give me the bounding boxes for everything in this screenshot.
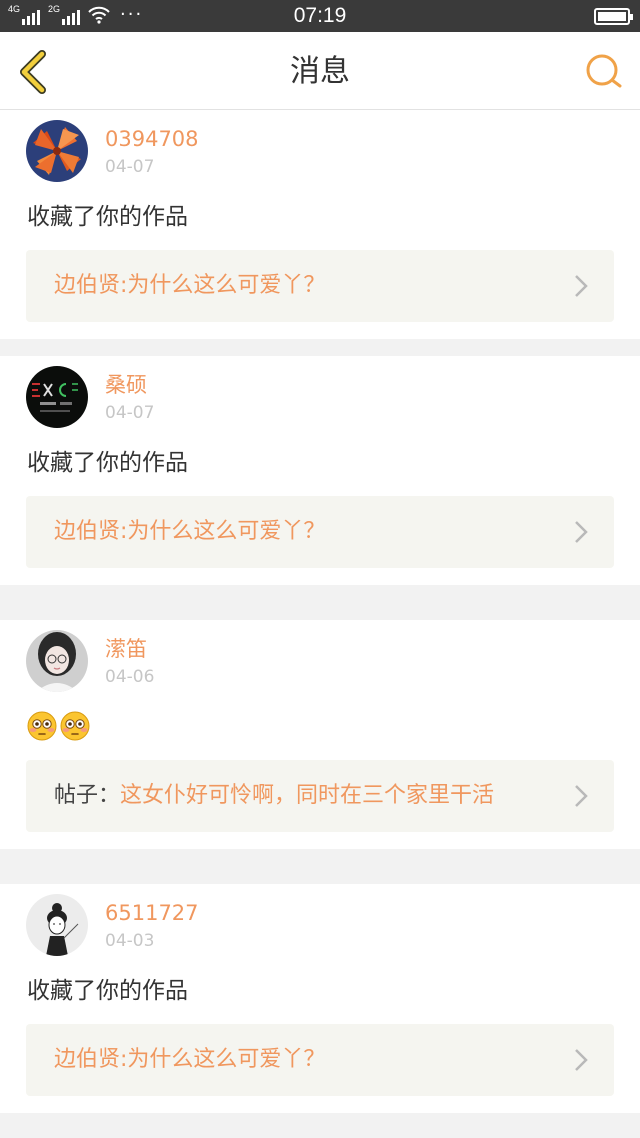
reference-text: 边伯贤:为什么这么可爱丫？ [54,271,325,301]
reference-text: 边伯贤:为什么这么可爱丫？ [54,517,325,547]
reference-title: 边伯贤:为什么这么可爱丫？ [54,1047,326,1072]
notification-card: 6511727 04-03 收藏了你的作品 边伯贤:为什么这么可爱丫？ [0,884,640,1113]
reference-link[interactable]: 边伯贤:为什么这么可爱丫？ [26,496,614,568]
chevron-right-icon [575,521,588,543]
status-bar: 4G 2G ··· 07:19 [0,0,640,32]
reference-title: 边伯贤:为什么这么可爱丫？ [54,273,326,298]
date: 04-07 [105,403,155,423]
notification-card: 桑硕 04-07 收藏了你的作品 边伯贤:为什么这么可爱丫？ [0,356,640,585]
avatar[interactable] [26,120,88,182]
action-text: 收藏了你的作品 [27,450,188,476]
nav-bar: 消息 [0,32,640,110]
page-title: 消息 [290,54,350,89]
reference-title: 这女仆好可怜啊，同时在三个家里干活 [120,783,495,808]
comment-emojis [27,711,90,741]
notification-card: 潆笛 04-06 帖子：这女仆好可怜啊，同时在三个家里干活 [0,620,640,849]
flushed-face-emoji [27,711,57,741]
notification-card: 0394708 04-07 收藏了你的作品 边伯贤:为什么这么可爱丫？ [0,110,640,339]
date: 04-07 [105,157,155,177]
battery-icon [594,8,633,25]
status-time: 07:19 [293,4,347,27]
username[interactable]: 0394708 [105,125,199,153]
back-arrow-icon[interactable] [16,48,50,96]
avatar-image [26,894,88,956]
reference-prefix: 帖子： [54,783,121,808]
avatar[interactable] [26,366,88,428]
reference-text: 边伯贤:为什么这么可爱丫？ [54,1045,325,1075]
reference-link[interactable]: 边伯贤:为什么这么可爱丫？ [26,1024,614,1096]
action-text: 收藏了你的作品 [27,204,188,230]
flushed-face-emoji [60,711,90,741]
chevron-right-icon [575,1049,588,1071]
avatar[interactable] [26,894,88,956]
action-text: 收藏了你的作品 [27,978,188,1004]
chevron-right-icon [575,275,588,297]
username[interactable]: 6511727 [105,899,199,927]
reference-link[interactable]: 帖子：这女仆好可怜啊，同时在三个家里干活 [26,760,614,832]
username[interactable]: 桑硕 [105,371,147,399]
avatar-image [26,630,88,692]
date: 04-03 [105,931,155,951]
reference-title: 边伯贤:为什么这么可爱丫？ [54,519,326,544]
reference-link[interactable]: 边伯贤:为什么这么可爱丫？ [26,250,614,322]
date: 04-06 [105,667,155,687]
search-icon[interactable] [584,52,624,92]
avatar[interactable] [26,630,88,692]
avatar-image [26,366,88,428]
username[interactable]: 潆笛 [105,635,147,663]
chevron-right-icon [575,785,588,807]
avatar-image [26,120,88,182]
reference-text: 帖子：这女仆好可怜啊，同时在三个家里干活 [54,781,494,811]
